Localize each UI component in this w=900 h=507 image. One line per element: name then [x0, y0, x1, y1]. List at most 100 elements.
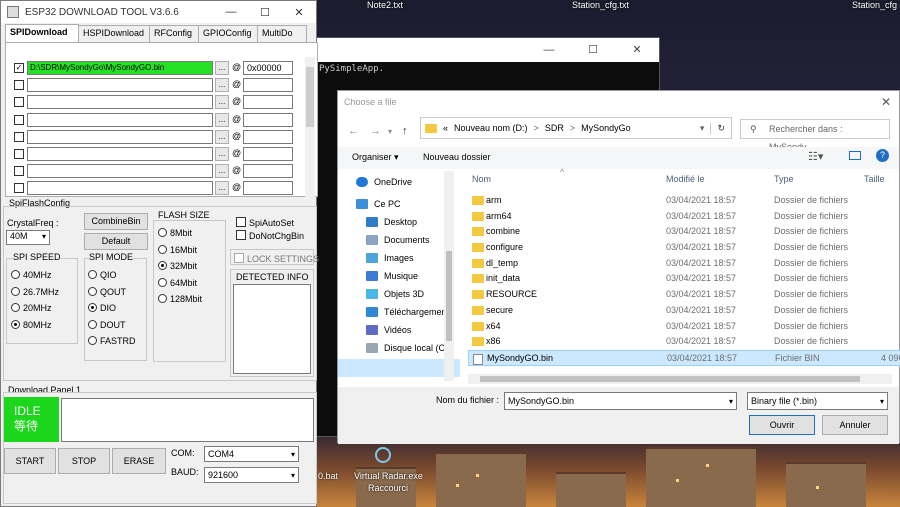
address-bar[interactable]: « Nouveau nom (D:) > SDR > MySondyGo ▾ ↻ [420, 117, 732, 139]
recent-chevron-icon[interactable]: ▾ [388, 127, 392, 136]
file-enable-checkbox[interactable] [14, 149, 24, 159]
desktop-file-station-cfg[interactable]: Station_cfg [852, 0, 897, 10]
file-enable-checkbox[interactable]: ✓ [14, 63, 24, 73]
file-enable-checkbox[interactable] [14, 97, 24, 108]
close-button[interactable]: ✕ [282, 6, 316, 19]
maximize-button[interactable]: ☐ [248, 6, 282, 19]
breadcrumb-sdr[interactable]: SDR [545, 123, 564, 133]
file-path-input[interactable] [27, 147, 213, 161]
dialog-close-icon[interactable]: ✕ [881, 95, 891, 109]
desktop-file-virtual-radar[interactable]: Virtual Radar.exe [354, 471, 423, 481]
file-row[interactable]: arm 03/04/2021 18:57 Dossier de fichiers [468, 193, 900, 209]
browse-button[interactable]: ... [215, 181, 229, 196]
column-name[interactable]: Nom [472, 174, 491, 184]
spi-mode-option[interactable]: DOUT [88, 319, 126, 330]
flash-address-input[interactable] [243, 95, 293, 110]
breadcrumb-mysondygo[interactable]: MySondyGo [581, 123, 631, 133]
flash-size-option[interactable]: 8Mbit [158, 228, 192, 238]
browse-button[interactable]: ... [215, 147, 229, 161]
file-enable-checkbox[interactable] [14, 131, 24, 142]
filename-input[interactable]: MySondyGO.bin ▾ [504, 392, 737, 410]
flash-size-radio[interactable] [158, 228, 167, 237]
flash-address-input[interactable] [243, 164, 293, 179]
spi-mode-radio[interactable] [88, 319, 97, 329]
file-list-scrollbar[interactable] [305, 57, 315, 197]
spi-mode-radio[interactable] [88, 270, 97, 279]
spi-mode-radio[interactable] [88, 286, 97, 296]
flash-address-input[interactable]: 0x00000 [243, 61, 293, 75]
minimize-button[interactable]: — [527, 38, 571, 62]
spi-speed-radio[interactable] [11, 286, 20, 296]
file-path-input[interactable] [27, 181, 213, 196]
breadcrumb-drive[interactable]: Nouveau nom (D:) [454, 123, 528, 133]
file-path-input[interactable] [27, 112, 213, 127]
erase-button[interactable]: ERASE [112, 448, 166, 474]
flash-size-radio[interactable] [158, 277, 167, 287]
browse-button[interactable]: ... [215, 95, 229, 110]
spi-mode-option[interactable]: QOUT [88, 286, 126, 297]
spi-speed-option[interactable]: 80MHz [11, 319, 52, 330]
tab-spidownload[interactable]: SPIDownload [5, 24, 79, 42]
flash-size-option[interactable]: 64Mbit [158, 277, 197, 288]
file-row[interactable]: arm64 03/04/2021 18:57 Dossier de fichiers [468, 209, 900, 225]
start-button[interactable]: START [4, 448, 56, 474]
flash-address-input[interactable] [243, 147, 293, 161]
file-row[interactable]: combine 03/04/2021 18:57 Dossier de fichie… [468, 224, 900, 240]
spi-speed-option[interactable]: 40MHz [11, 270, 52, 280]
file-row[interactable]: x86 03/04/2021 18:57 Dossier de fichiers [468, 334, 900, 350]
preview-pane-icon[interactable] [849, 151, 861, 160]
column-type[interactable]: Type [774, 174, 794, 184]
browse-button[interactable]: ... [215, 164, 229, 179]
refresh-icon[interactable]: ↻ [710, 122, 731, 134]
spi-auto-set-checkbox[interactable] [236, 217, 246, 227]
flash-size-radio[interactable] [158, 294, 167, 303]
lock-settings-option[interactable]: LOCK SETTINGS [234, 253, 319, 264]
file-row[interactable]: x64 03/04/2021 18:57 Dossier de fichiers [468, 319, 900, 335]
do-not-chg-bin-option[interactable]: DoNotChgBin [236, 230, 304, 241]
tab-gpioconfig[interactable]: GPIOConfig [198, 25, 258, 42]
nav-scrollbar[interactable] [444, 171, 454, 381]
file-row[interactable]: MySondyGO.bin 03/04/2021 18:57 Fichier BIN… [468, 349, 900, 366]
file-path-input[interactable] [27, 129, 213, 144]
browse-button[interactable]: ... [215, 129, 229, 144]
view-options-icon[interactable]: ☷▾ [808, 150, 823, 163]
flash-size-radio[interactable] [158, 261, 167, 270]
file-row[interactable]: RESOURCE 03/04/2021 18:57 Dossier de fichi… [468, 287, 900, 303]
desktop-file-bat[interactable]: 0.bat [318, 471, 338, 481]
browse-button[interactable]: ... [215, 78, 229, 93]
file-enable-checkbox[interactable] [14, 80, 24, 91]
spi-mode-option[interactable]: DIO [88, 303, 116, 313]
stop-button[interactable]: STOP [58, 448, 110, 474]
spi-mode-option[interactable]: QIO [88, 270, 117, 280]
combine-bin-button[interactable]: CombineBin [84, 213, 148, 230]
file-row[interactable]: init_data 03/04/2021 18:57 Dossier de fich… [468, 271, 900, 287]
flash-address-input[interactable] [243, 181, 293, 196]
organize-button[interactable]: Organiser ▾ [352, 152, 399, 163]
close-button[interactable]: ✕ [615, 38, 659, 62]
baud-select[interactable]: 921600 ▾ [204, 467, 299, 483]
column-size[interactable]: Taille [864, 174, 885, 184]
lock-settings-checkbox[interactable] [234, 253, 244, 263]
file-row[interactable]: secure 03/04/2021 18:57 Dossier de fichier… [468, 303, 900, 319]
nav-scrollbar-thumb[interactable] [446, 251, 452, 341]
detected-info-textbox[interactable] [233, 284, 311, 374]
breadcrumb-overflow[interactable]: « [443, 123, 448, 133]
new-folder-button[interactable]: Nouveau dossier [423, 152, 491, 162]
tab-hspidownload[interactable]: HSPIDownload [78, 25, 150, 42]
minimize-button[interactable]: — [214, 6, 248, 19]
spi-speed-radio[interactable] [11, 303, 20, 312]
do-not-chg-bin-checkbox[interactable] [236, 230, 246, 240]
flash-size-option[interactable]: 16Mbit [158, 244, 197, 255]
flash-address-input[interactable] [243, 78, 293, 93]
spi-mode-radio[interactable] [88, 303, 97, 312]
com-port-select[interactable]: COM4 ▾ [204, 446, 299, 462]
search-input[interactable]: ⚲ Rechercher dans : MySondy... [740, 119, 890, 152]
browse-button[interactable]: ... [215, 112, 229, 127]
cancel-button[interactable]: Annuler [822, 415, 888, 435]
maximize-button[interactable]: ☐ [571, 38, 615, 62]
file-enable-checkbox[interactable] [14, 166, 24, 177]
flash-address-input[interactable] [243, 112, 293, 127]
spi-auto-set-option[interactable]: SpiAutoSet [236, 217, 294, 228]
spi-speed-option[interactable]: 26.7MHz [11, 286, 59, 297]
file-path-input[interactable] [27, 78, 213, 93]
